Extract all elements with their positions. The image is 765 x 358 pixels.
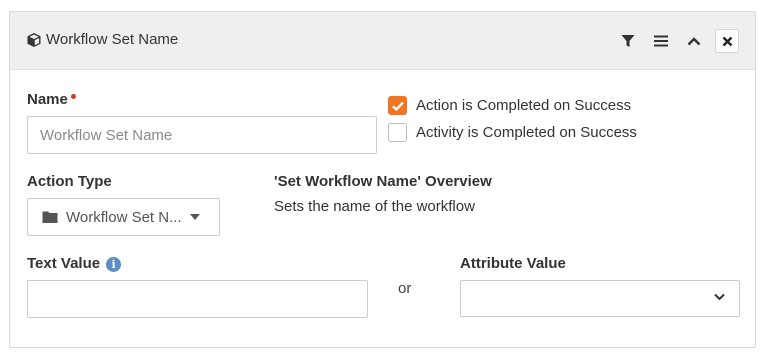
required-indicator: [70, 94, 76, 99]
info-icon[interactable]: i: [106, 256, 122, 272]
text-value-label: Text Value i: [27, 255, 122, 272]
checkbox-label: Action is Completed on Success: [416, 97, 632, 114]
panel-actions: [607, 29, 739, 53]
chevron-down-icon: [714, 293, 725, 301]
folder-icon: [42, 210, 58, 224]
name-label: Name: [27, 91, 76, 108]
caret-down-icon: [189, 214, 200, 220]
checkbox-activity-completed[interactable]: Activity is Completed on Success: [388, 123, 637, 142]
action-type-value: Workflow Set N...: [66, 208, 182, 226]
checkbox-unchecked[interactable]: [388, 123, 407, 142]
text-value-label-text: Text Value: [27, 255, 101, 272]
reorder-icon[interactable]: [649, 29, 673, 53]
close-button[interactable]: [715, 29, 739, 53]
overview-description: Sets the name of the workflow: [274, 198, 475, 215]
checkbox-checked[interactable]: [388, 96, 407, 115]
checkbox-action-completed[interactable]: Action is Completed on Success: [388, 96, 631, 115]
chevron-up-icon[interactable]: [682, 29, 706, 53]
workflow-action-panel: Workflow Set Name Name Workflow Set Name…: [9, 11, 756, 348]
text-value-input[interactable]: [27, 280, 368, 318]
name-input[interactable]: [27, 116, 377, 154]
filter-icon[interactable]: [616, 29, 640, 53]
action-type-picker[interactable]: Workflow Set N...: [27, 198, 220, 236]
or-label: or: [398, 280, 412, 297]
close-icon: [722, 36, 733, 47]
cube-icon: [26, 32, 42, 48]
name-label-text: Name: [27, 91, 68, 108]
panel-header: Workflow Set Name: [10, 12, 755, 70]
checkbox-label: Activity is Completed on Success: [416, 124, 637, 141]
attribute-value-select[interactable]: [460, 280, 740, 317]
panel-title-text: Workflow Set Name: [46, 31, 179, 48]
attribute-value-label: Attribute Value: [460, 255, 566, 272]
action-type-label: Action Type: [27, 173, 112, 190]
panel-title[interactable]: Workflow Set Name: [26, 31, 178, 48]
overview-title: 'Set Workflow Name' Overview: [274, 173, 492, 190]
check-icon: [391, 101, 404, 111]
